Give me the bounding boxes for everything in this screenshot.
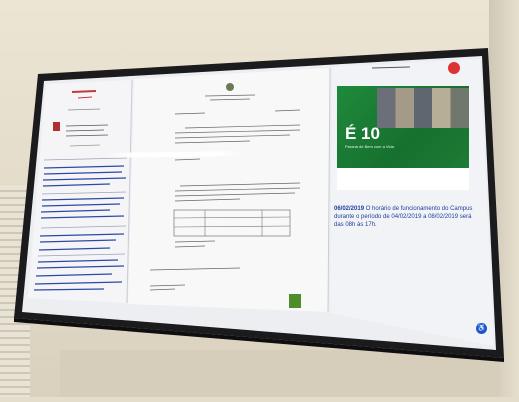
document-stamp-icon (289, 294, 301, 308)
accessibility-icon: ♿ (476, 323, 487, 334)
banner-subline: Paraná de Bem com a Vida (345, 144, 394, 149)
news-item: 06/02/2019 O horário de funcionamento do… (334, 205, 480, 229)
banner-caption-area (337, 168, 469, 190)
promo-banner: É 10 Paraná de Bem com a Vida (337, 86, 469, 168)
photo-collage (377, 88, 469, 128)
banner-headline: É 10 (345, 124, 380, 143)
news-date: 06/02/2019 (334, 206, 365, 212)
brand-logo-icon (448, 62, 460, 74)
screen-panels (28, 59, 494, 346)
